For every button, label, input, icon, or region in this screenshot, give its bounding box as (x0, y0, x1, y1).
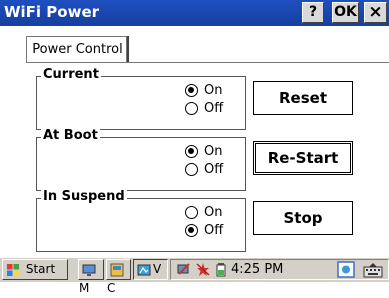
radio-label: Off (204, 222, 224, 238)
help-button[interactable]: ? (302, 2, 324, 23)
radio-at-boot-on[interactable]: On (185, 142, 222, 160)
radio-at-boot-off[interactable]: Off (185, 160, 223, 178)
reset-button[interactable]: Reset (253, 81, 353, 115)
radio-button[interactable] (185, 144, 198, 158)
group-title-current: Current (41, 67, 101, 82)
window-title: WiFi Power (4, 3, 100, 21)
group-title-in-suspend: In Suspend (41, 189, 127, 204)
radio-in-suspend-off[interactable]: Off (185, 221, 223, 239)
radio-label: On (204, 143, 223, 159)
system-tray: 4:25 PM (170, 259, 389, 280)
wireless-disabled-icon[interactable] (195, 262, 211, 277)
radio-button[interactable] (185, 223, 198, 237)
group-title-at-boot: At Boot (41, 128, 100, 143)
battery-icon[interactable] (215, 262, 227, 277)
start-button[interactable]: Start (2, 259, 68, 280)
title-bar: WiFi Power ? OK × (0, 0, 389, 26)
taskbar-item-c[interactable]: C (106, 259, 131, 295)
network-icon[interactable] (177, 262, 191, 276)
windows-logo-icon (7, 263, 19, 276)
desktop-icon[interactable] (337, 261, 355, 278)
tab-shadow (127, 36, 129, 62)
taskbar-item-v[interactable]: V (133, 259, 168, 280)
view-icon (137, 264, 151, 275)
tab-label: Power Control (32, 42, 123, 57)
radio-label: On (204, 204, 223, 220)
tab-power-control[interactable]: Power Control (26, 36, 127, 62)
ok-button[interactable]: OK (332, 2, 359, 23)
taskbar-item-label: C (107, 281, 116, 295)
radio-current-off[interactable]: Off (185, 99, 223, 117)
radio-button[interactable] (185, 83, 198, 97)
radio-button[interactable] (185, 205, 198, 219)
taskbar-item-label: V (153, 262, 162, 276)
radio-label: Off (204, 100, 224, 116)
stop-button[interactable]: Stop (253, 201, 353, 235)
clock[interactable]: 4:25 PM (231, 262, 283, 277)
start-label: Start (25, 262, 56, 276)
radio-in-suspend-on[interactable]: On (185, 203, 222, 221)
radio-button[interactable] (185, 162, 198, 176)
taskbar: Start M C V 4:25 PM (0, 257, 389, 295)
monitor-icon (82, 264, 96, 276)
group-in-suspend: In Suspend On Off (36, 189, 246, 252)
control-panel-icon (110, 263, 124, 276)
tab-panel-border (26, 62, 389, 63)
group-at-boot: At Boot On Off (36, 128, 246, 191)
keyboard-icon[interactable] (363, 262, 383, 278)
group-current: Current On Off (36, 67, 246, 130)
close-button[interactable]: × (364, 2, 387, 23)
taskbar-item-label: M (79, 281, 90, 295)
radio-current-on[interactable]: On (185, 81, 222, 99)
radio-label: On (204, 82, 223, 98)
radio-label: Off (204, 161, 224, 177)
radio-button[interactable] (185, 101, 198, 115)
restart-button[interactable]: Re-Start (253, 141, 353, 175)
taskbar-item-m[interactable]: M (78, 259, 104, 295)
